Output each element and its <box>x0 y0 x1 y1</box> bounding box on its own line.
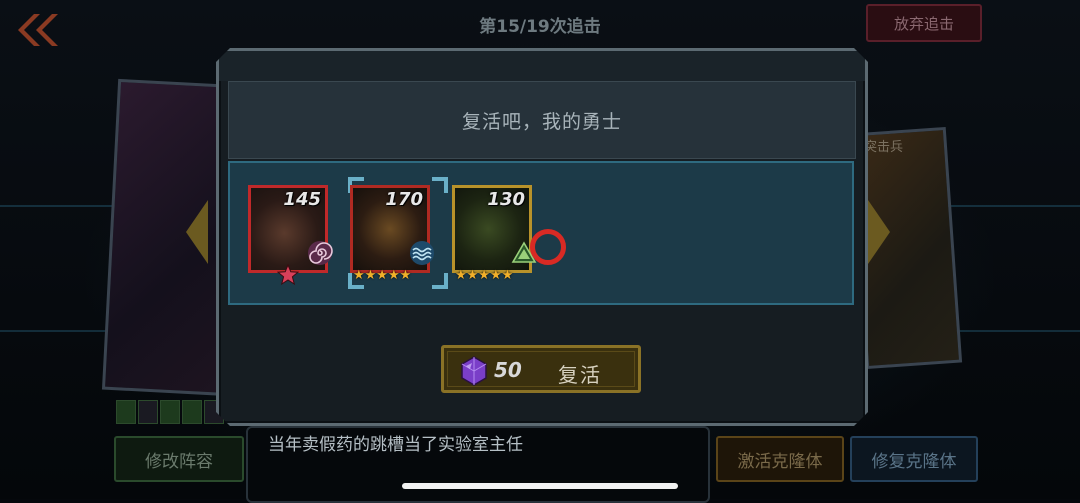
revive-button-label: 复活 <box>558 363 602 387</box>
hero-star-rating: ★★★★★ <box>353 268 412 283</box>
edit-lineup-button[interactable]: 修改阵容 <box>114 436 244 482</box>
next-card-arrow-icon[interactable] <box>868 200 890 264</box>
dialog-title: 复活吧，我的勇士 <box>228 81 856 159</box>
hero-power: 170 <box>385 189 423 210</box>
fallen-heroes-panel: 145 170 ★★★★★ 130 ★★★★★ <box>228 161 854 305</box>
star-icon <box>277 264 299 286</box>
hero-card[interactable]: 145 <box>248 185 328 273</box>
story-text: 当年卖假药的跳槽当了实验室主任 <box>268 435 523 455</box>
background-card-label: 突击兵 <box>864 140 904 155</box>
hero-power: 145 <box>283 189 321 210</box>
home-indicator-bar[interactable] <box>402 483 678 489</box>
team-slot-indicators <box>116 400 224 424</box>
purple-gem-icon <box>458 355 490 387</box>
revive-dialog: 复活吧，我的勇士 145 170 ★★★★★ 130 ★★★★★ 50 复活 <box>216 48 868 426</box>
hero-power: 130 <box>487 189 525 210</box>
hero-card[interactable]: 130 ★★★★★ <box>452 185 532 273</box>
revive-cost: 50 <box>494 358 522 382</box>
give-up-pursuit-button[interactable]: 放弃追击 <box>866 4 982 42</box>
activate-clone-button[interactable]: 激活克隆体 <box>716 436 844 482</box>
tap-target-ring-icon <box>530 229 566 265</box>
prev-card-arrow-icon[interactable] <box>186 200 208 264</box>
hero-star-rating: ★★★★★ <box>455 268 514 283</box>
dialog-top-bar <box>219 51 865 81</box>
spiral-icon <box>307 240 333 266</box>
water-wave-icon <box>409 240 435 266</box>
revive-button[interactable]: 50 复活 <box>441 345 641 393</box>
repair-clone-button[interactable]: 修复克隆体 <box>850 436 978 482</box>
hero-card-selected[interactable]: 170 ★★★★★ <box>350 185 430 273</box>
